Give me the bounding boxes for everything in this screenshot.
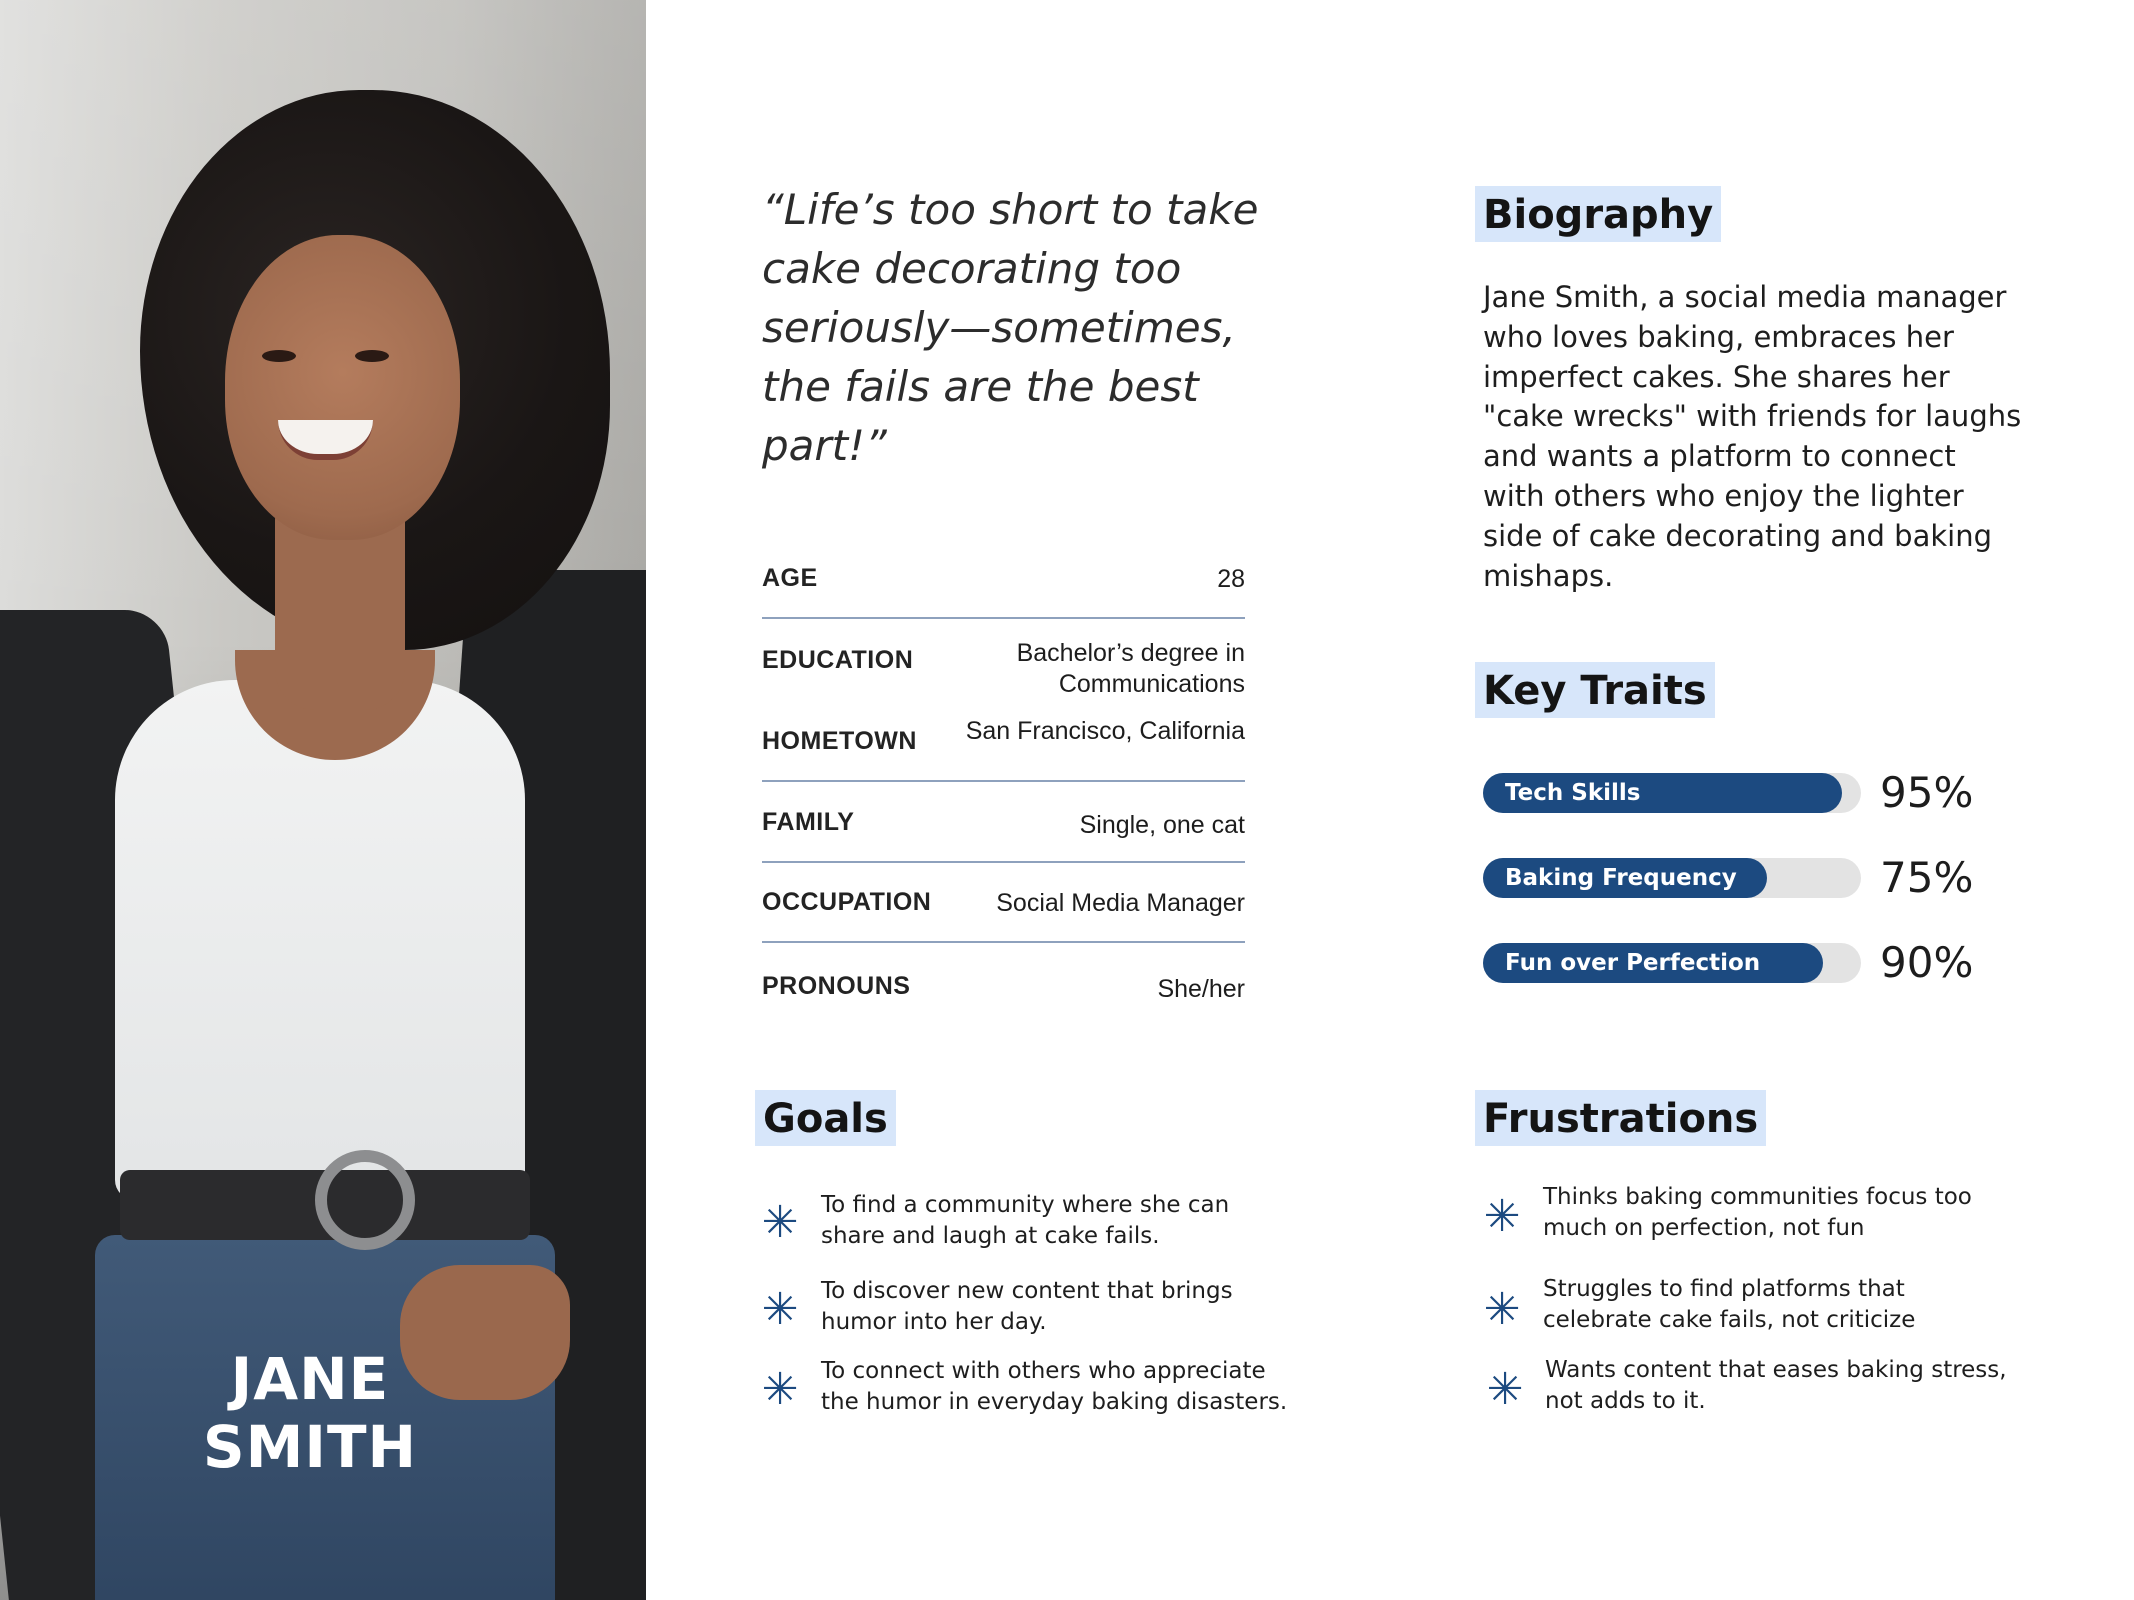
persona-photo: JANE SMITH bbox=[0, 0, 646, 1600]
asterisk-icon: ✳ bbox=[1483, 1284, 1521, 1335]
info-value-age: 28 bbox=[1217, 565, 1245, 593]
trait-percent: 95% bbox=[1880, 768, 1974, 817]
photo-face bbox=[225, 235, 460, 540]
info-divider bbox=[762, 780, 1245, 782]
photo-eye-right bbox=[355, 350, 389, 362]
info-label-occupation: OCCUPATION bbox=[762, 888, 932, 916]
asterisk-icon: ✳ bbox=[761, 1284, 799, 1335]
trait-label: Baking Frequency bbox=[1505, 865, 1737, 891]
trait-bar-fun-over-perfection: Fun over Perfection bbox=[1483, 943, 1861, 983]
persona-name: JANE SMITH bbox=[160, 1345, 460, 1481]
trait-bar-baking-frequency: Baking Frequency bbox=[1483, 858, 1861, 898]
info-label-hometown: HOMETOWN bbox=[762, 727, 917, 755]
info-value-occupation: Social Media Manager bbox=[996, 889, 1245, 917]
frustrations-heading: Frustrations bbox=[1475, 1090, 1767, 1146]
info-value-hometown: San Francisco, California bbox=[965, 717, 1245, 745]
goal-item: To find a community where she can share … bbox=[821, 1192, 1230, 1249]
info-divider bbox=[762, 617, 1245, 619]
frustration-item: Wants content that eases baking stress, … bbox=[1545, 1357, 2007, 1414]
biography-text: Jane Smith, a social media manager who l… bbox=[1483, 280, 2022, 593]
persona-first-name: JANE bbox=[230, 1345, 390, 1413]
asterisk-icon: ✳ bbox=[761, 1364, 799, 1415]
persona-quote: “Life’s too short to take cake decoratin… bbox=[762, 185, 1259, 470]
info-label-education: EDUCATION bbox=[762, 646, 914, 674]
info-label-pronouns: PRONOUNS bbox=[762, 972, 911, 1000]
persona-last-name: SMITH bbox=[202, 1413, 418, 1481]
info-value-education: Bachelor’s degree in Communications bbox=[1016, 639, 1245, 698]
frustration-item: Struggles to find platforms that celebra… bbox=[1543, 1276, 1916, 1333]
goal-item: To discover new content that brings humo… bbox=[821, 1278, 1233, 1335]
trait-bar-tech-skills: Tech Skills bbox=[1483, 773, 1861, 813]
asterisk-icon: ✳ bbox=[1486, 1364, 1524, 1415]
trait-label: Tech Skills bbox=[1505, 780, 1641, 806]
trait-percent: 90% bbox=[1880, 938, 1974, 987]
goals-heading: Goals bbox=[755, 1090, 896, 1146]
goal-item: To connect with others who appreciate th… bbox=[821, 1358, 1288, 1415]
info-divider bbox=[762, 941, 1245, 943]
info-divider bbox=[762, 861, 1245, 863]
info-value-family: Single, one cat bbox=[1079, 811, 1245, 839]
key-traits-heading: Key Traits bbox=[1475, 662, 1715, 718]
info-label-age: AGE bbox=[762, 564, 818, 592]
trait-label: Fun over Perfection bbox=[1505, 950, 1761, 976]
frustration-item: Thinks baking communities focus too much… bbox=[1543, 1184, 1972, 1241]
photo-eye-left bbox=[262, 350, 296, 362]
photo-belt-buckle bbox=[315, 1150, 415, 1250]
info-label-family: FAMILY bbox=[762, 808, 855, 836]
asterisk-icon: ✳ bbox=[1483, 1191, 1521, 1242]
asterisk-icon: ✳ bbox=[761, 1197, 799, 1248]
info-value-pronouns: She/her bbox=[1157, 975, 1245, 1003]
biography-heading: Biography bbox=[1475, 186, 1722, 242]
trait-percent: 75% bbox=[1880, 853, 1974, 902]
